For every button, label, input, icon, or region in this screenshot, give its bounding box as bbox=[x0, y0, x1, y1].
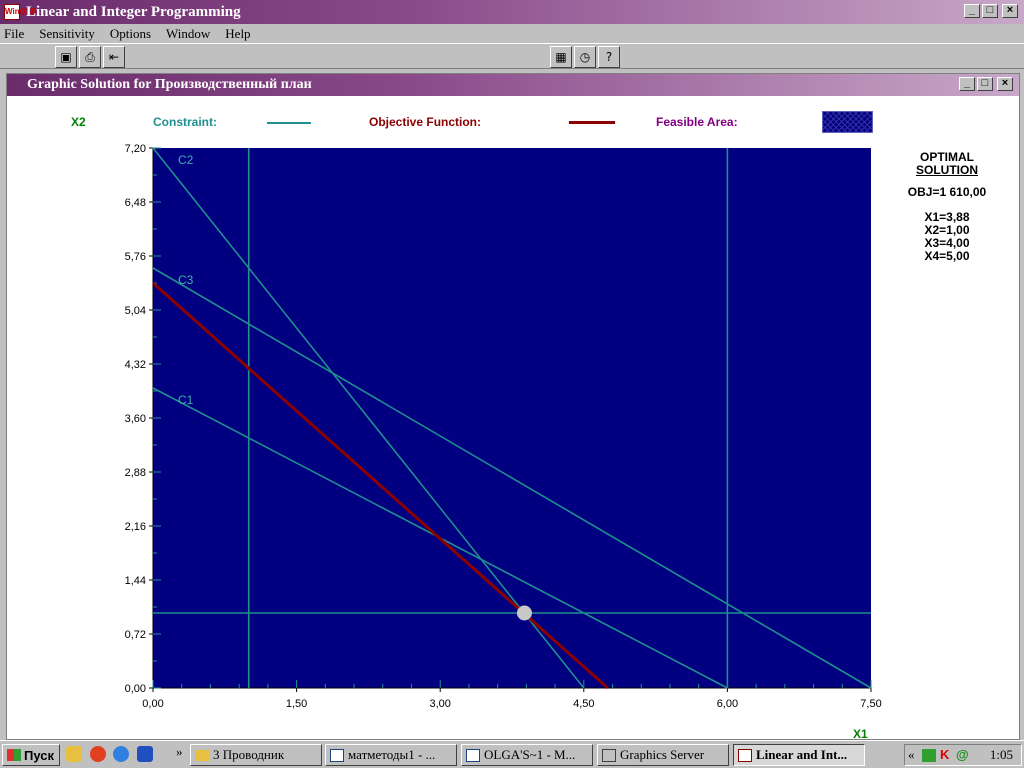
calculator-icon[interactable]: ▦ bbox=[550, 46, 572, 68]
taskbar-item-graphics-server[interactable]: Graphics Server bbox=[597, 744, 729, 766]
start-label: Пуск bbox=[24, 747, 54, 763]
maximize-button[interactable]: □ bbox=[982, 4, 998, 18]
constraint-legend-label: Constraint: bbox=[153, 115, 217, 129]
mail-agent-icon[interactable]: @ bbox=[956, 747, 969, 762]
y-tick-label: 6,48 bbox=[125, 197, 146, 209]
x-tick-label: 7,50 bbox=[860, 698, 881, 710]
taskbar-item-label: 3 Проводник bbox=[213, 747, 285, 762]
kaspersky-icon[interactable]: K bbox=[940, 747, 949, 762]
windows-logo-icon bbox=[7, 749, 21, 761]
browser-icon[interactable] bbox=[90, 746, 106, 762]
constraint-line bbox=[152, 267, 872, 689]
x4-value: X4=5,00 bbox=[924, 249, 970, 263]
constraint-label: C1 bbox=[178, 393, 194, 407]
graphics-server-icon bbox=[602, 748, 616, 762]
graphic-solution-window: Graphic Solution for Производственный пл… bbox=[6, 73, 1020, 741]
x-tick-label: 1,50 bbox=[286, 698, 307, 710]
folder-icon bbox=[195, 749, 209, 761]
child-minimize-button[interactable]: _ bbox=[959, 77, 975, 91]
constraint-label: C3 bbox=[178, 273, 194, 287]
objective-legend-swatch bbox=[569, 121, 615, 124]
y-tick-label: 1,44 bbox=[125, 575, 146, 587]
menu-options[interactable]: Options bbox=[110, 26, 151, 42]
toolbar: ▣ ⎙ ⇤ ▦ ◷ ? bbox=[0, 43, 1024, 69]
y-tick-label: 0,72 bbox=[125, 629, 146, 641]
taskbar-item-label: Linear and Int... bbox=[756, 747, 848, 762]
taskbar-item-label: OLGA'S~1 - M... bbox=[484, 747, 576, 762]
clock: 1:05 bbox=[989, 747, 1013, 762]
y-tick-label: 0,00 bbox=[125, 683, 146, 695]
objective-legend-label: Objective Function: bbox=[369, 115, 482, 129]
app-title-bar[interactable]: WinQSB Linear and Integer Programming _ … bbox=[0, 0, 1024, 24]
child-maximize-button[interactable]: □ bbox=[977, 77, 993, 91]
child-close-button[interactable]: × bbox=[997, 77, 1013, 91]
clock-icon[interactable]: ◷ bbox=[574, 46, 596, 68]
feasible-legend-label: Feasible Area: bbox=[656, 115, 738, 129]
feasible-legend-swatch bbox=[822, 111, 873, 133]
word-icon bbox=[466, 748, 480, 762]
word-icon bbox=[330, 748, 344, 762]
child-title: Graphic Solution for Производственный пл… bbox=[27, 77, 312, 92]
save-icon[interactable]: ▣ bbox=[55, 46, 77, 68]
utm-icon[interactable] bbox=[922, 749, 936, 762]
ie-icon[interactable] bbox=[113, 746, 129, 762]
menu-file[interactable]: File bbox=[4, 26, 24, 42]
x-tick-label: 3,00 bbox=[429, 698, 450, 710]
optimal-solution-panel: OPTIMAL SOLUTION OBJ=1 610,00 X1=3,88 X2… bbox=[902, 151, 992, 263]
constraint-label: C2 bbox=[178, 153, 194, 167]
taskbar-item-word2[interactable]: OLGA'S~1 - M... bbox=[461, 744, 593, 766]
taskbar-item-explorer[interactable]: 3 Проводник bbox=[190, 744, 322, 766]
taskbar-item-word1[interactable]: матметоды1 - ... bbox=[325, 744, 457, 766]
quicklaunch-chevron-icon[interactable]: » bbox=[176, 744, 183, 760]
objective-line bbox=[152, 281, 609, 690]
x-tick-label: 0,00 bbox=[142, 698, 163, 710]
x-tick-label: 6,00 bbox=[717, 698, 738, 710]
optimal-point bbox=[516, 605, 532, 621]
y-tick-label: 3,60 bbox=[125, 413, 146, 425]
tray-expand-icon[interactable]: « bbox=[908, 747, 915, 763]
taskbar-item-linear-programming[interactable]: Linear and Int... bbox=[733, 744, 865, 766]
y-tick-label: 2,88 bbox=[125, 467, 146, 479]
constraint-legend-swatch bbox=[267, 122, 311, 124]
x-tick-label: 4,50 bbox=[573, 698, 594, 710]
desktop-icon[interactable] bbox=[66, 746, 82, 762]
start-button[interactable]: Пуск bbox=[2, 744, 60, 766]
system-tray: « K @ 1:05 bbox=[904, 744, 1022, 766]
taskbar-item-label: Graphics Server bbox=[620, 747, 705, 762]
print-icon[interactable]: ⎙ bbox=[79, 46, 101, 68]
plot-area bbox=[153, 148, 871, 688]
info-icon[interactable] bbox=[137, 746, 153, 762]
objective-value: OBJ=1 610,00 bbox=[907, 185, 987, 199]
solution-chart: 0,00 1,50 3,00 4,50 6,00 7,50 0,00 0,72 1,44 2,16… bbox=[125, 143, 882, 710]
minimize-button[interactable]: _ bbox=[964, 4, 980, 18]
close-button[interactable]: × bbox=[1002, 4, 1018, 18]
x-axis-label: X1 bbox=[853, 727, 868, 741]
constraint-line bbox=[152, 387, 728, 689]
menu-bar: File Sensitivity Options Window Help bbox=[0, 24, 1024, 43]
child-title-bar[interactable]: Graphic Solution for Производственный пл… bbox=[7, 74, 1019, 96]
menu-sensitivity[interactable]: Sensitivity bbox=[39, 26, 95, 42]
help-icon[interactable]: ? bbox=[598, 46, 620, 68]
menu-window[interactable]: Window bbox=[166, 26, 210, 42]
exit-icon[interactable]: ⇤ bbox=[103, 46, 125, 68]
taskbar-item-label: матметоды1 - ... bbox=[348, 747, 436, 762]
y-tick-label: 5,04 bbox=[125, 305, 146, 317]
app-title: Linear and Integer Programming bbox=[26, 3, 241, 20]
y-tick-label: 4,32 bbox=[125, 359, 146, 371]
winqsb-icon bbox=[738, 748, 752, 762]
constraint-line bbox=[152, 147, 585, 689]
y-axis-label: X2 bbox=[71, 115, 86, 129]
y-tick-label: 7,20 bbox=[125, 143, 146, 155]
y-tick-label: 2,16 bbox=[125, 521, 146, 533]
y-tick-label: 5,76 bbox=[125, 251, 146, 263]
solution-title: SOLUTION bbox=[916, 163, 978, 177]
app-icon[interactable]: WinQSB bbox=[4, 4, 37, 20]
menu-help[interactable]: Help bbox=[225, 26, 250, 42]
taskbar: Пуск » 3 Проводник матметоды1 - ... OLGA… bbox=[0, 740, 1024, 768]
